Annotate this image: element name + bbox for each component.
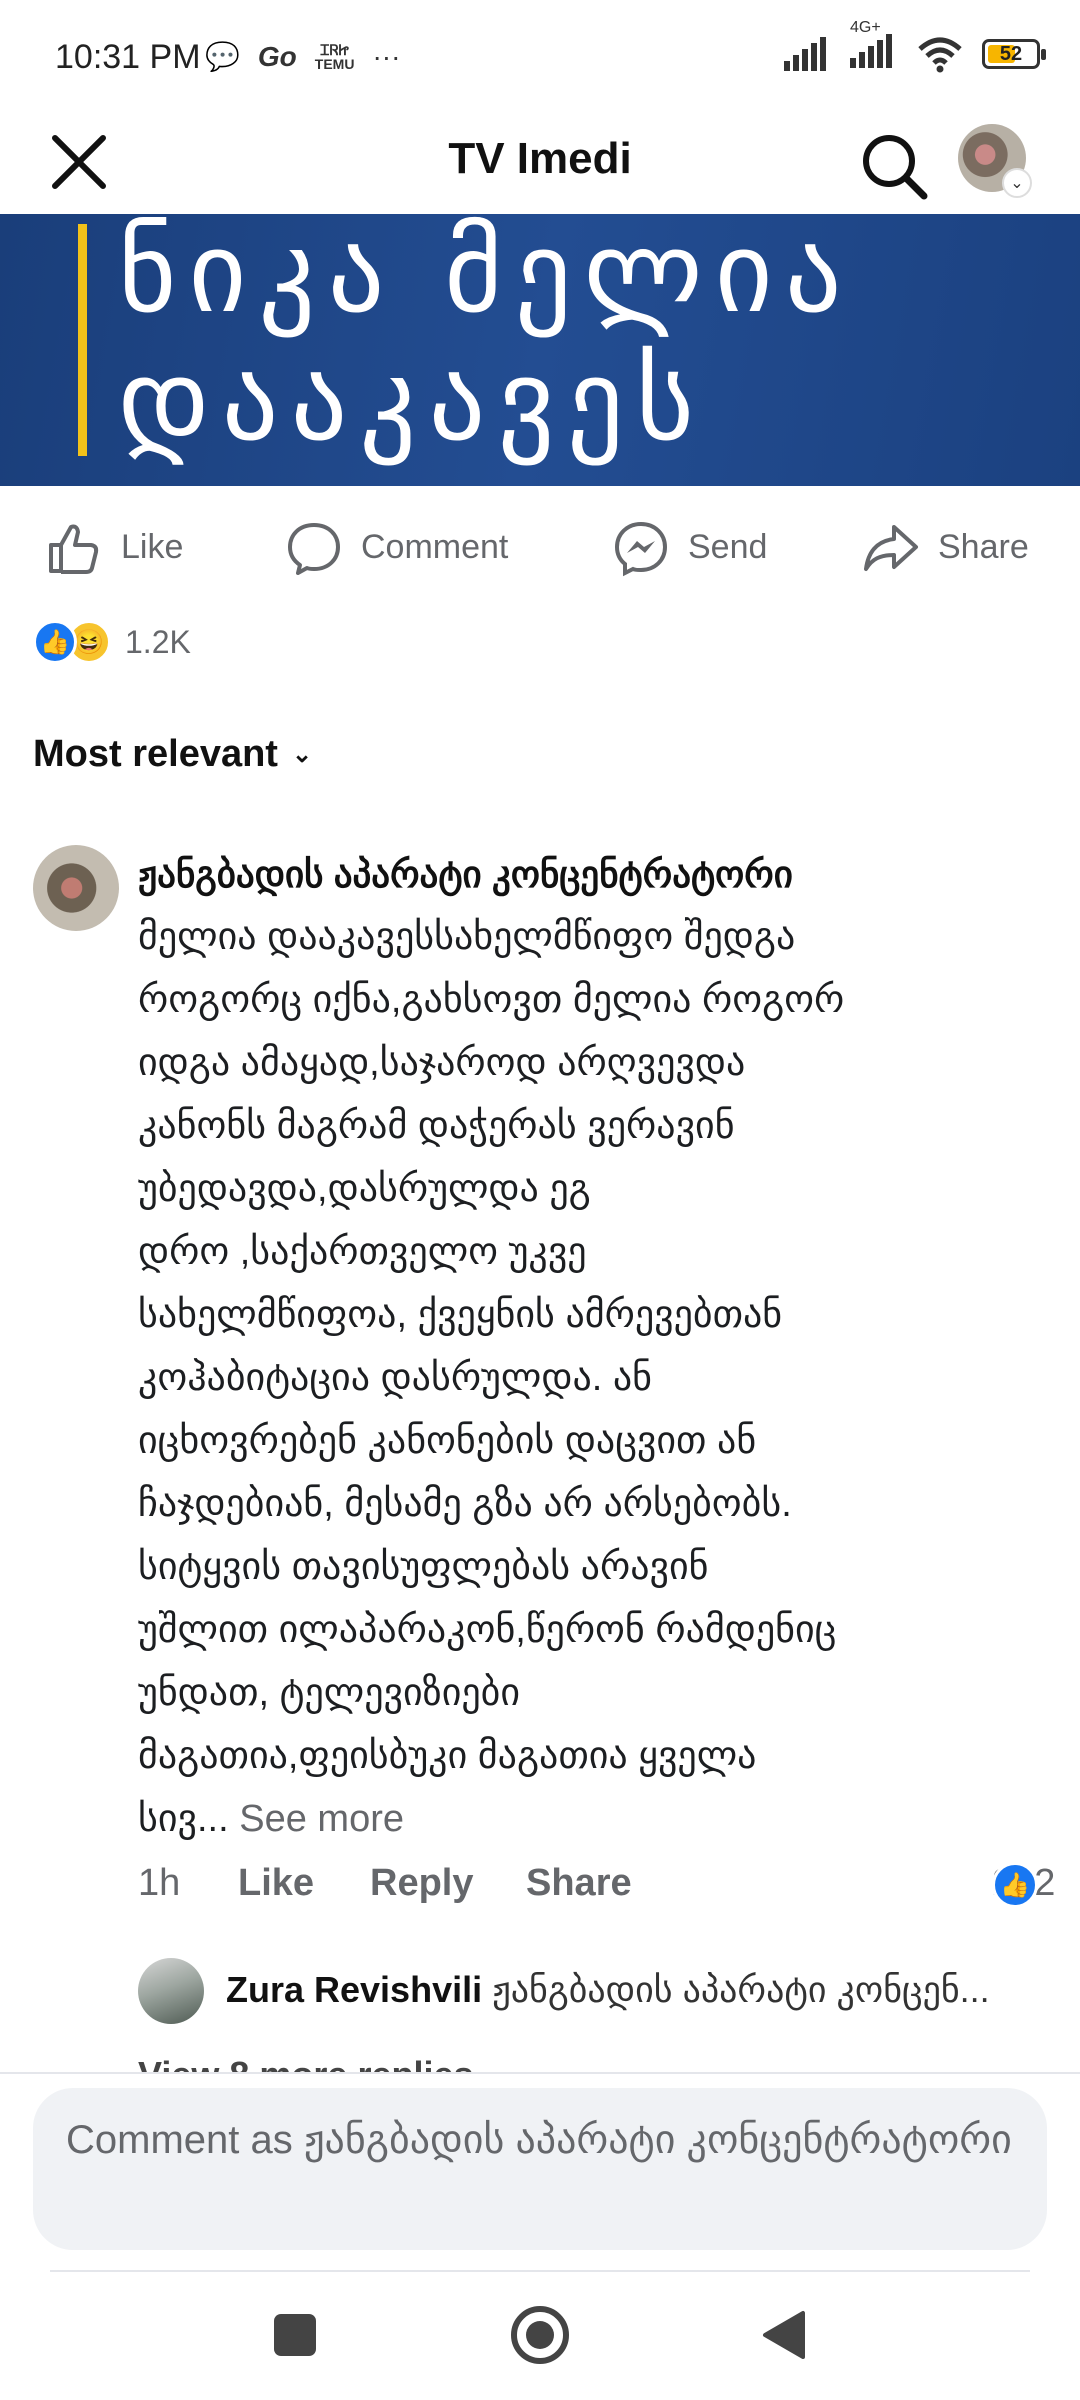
page-header: TV Imedi ⌄	[0, 120, 1080, 215]
reaction-count: 1.2K	[125, 623, 191, 660]
temu-icon: ᏆᏒᏥ TEMU	[314, 41, 355, 72]
back-triangle-icon	[763, 2311, 805, 2359]
comment-line: როგორც იქნა,გახსოვთ მელია როგორ	[138, 979, 845, 1021]
comment-sort-dropdown[interactable]: Most relevant ⌄	[33, 733, 312, 776]
chat-bubble-icon: 💬	[205, 41, 240, 72]
reply-author-avatar	[138, 1958, 204, 2024]
system-nav-bar	[0, 2260, 1080, 2400]
network-type: 4G+	[850, 19, 881, 36]
comment-line: სიტყვის თავისუფლებას არავინ	[138, 1546, 709, 1588]
sort-label: Most relevant	[33, 733, 278, 775]
comment-bubble-icon	[288, 522, 340, 575]
comment-text: მელია დააკავესსახელმწიფო შედგა როგორც იქ…	[138, 906, 1038, 1851]
share-arrow-icon	[864, 524, 918, 571]
home-circle-icon	[511, 2306, 569, 2364]
comment-author-name[interactable]: ჟანგბადის აპარატი კონცენტრატორი	[138, 853, 793, 896]
post-actions: Like Comment Send Share	[0, 510, 1080, 585]
comment-button[interactable]: Comment	[285, 510, 508, 585]
like-reaction-icon: 👍	[33, 620, 77, 664]
messenger-icon	[614, 521, 668, 576]
comment-line: კოჰაბიტაცია დასრულდა. ან	[138, 1357, 653, 1399]
comment-truncated-text: სივ...	[138, 1798, 229, 1840]
signal-icon	[784, 36, 826, 71]
chevron-down-icon: ⌄	[1002, 168, 1032, 198]
status-bar: 10:31 PM 💬 Go ᏆᏒᏥ TEMU ··· 4G+ 52	[0, 0, 1080, 120]
notification-icons: 💬 Go ᏆᏒᏥ TEMU ···	[205, 40, 400, 73]
like-label: Like	[121, 528, 184, 566]
battery-icon: 52	[982, 38, 1046, 69]
comment-line: კანონს მაგრამ დაჭერას ვერავინ	[138, 1105, 735, 1147]
see-more-link[interactable]: See more	[229, 1798, 404, 1840]
more-notifications-icon: ···	[372, 40, 401, 72]
comment-line: იდგა ამაყად,საჯაროდ არღვევდა	[138, 1042, 746, 1084]
comment-line: უნდათ, ტელევიზიები	[138, 1672, 521, 1714]
comment-reaction-summary[interactable]: 252 👍	[992, 1862, 1055, 1908]
back-button[interactable]	[748, 2300, 818, 2370]
banner-accent-bar	[78, 224, 87, 456]
comment-input[interactable]: Comment as ჟანგბადის აპარატი კონცენტრატო…	[33, 2088, 1047, 2250]
wifi-icon	[918, 37, 962, 72]
comment-line: უშლით ილაპარაკონ,წერონ რამდენიც	[138, 1609, 837, 1651]
reply-preview[interactable]: Zura Revishvili ჟანგბადის აპარატი კონცენ…	[138, 1955, 1038, 2025]
comment-like-button[interactable]: Like	[238, 1862, 314, 1905]
send-label: Send	[688, 528, 768, 566]
home-button[interactable]	[505, 2300, 575, 2370]
thumbs-up-icon	[49, 524, 99, 574]
comment-line: მელია დააკავესსახელმწიფო შედგა	[138, 916, 796, 958]
comment-line: იცხოვრებენ კანონების დაცვით ან	[138, 1420, 757, 1462]
status-time: 10:31 PM	[55, 38, 201, 76]
comment-time: 1h	[138, 1862, 181, 1904]
reply-author-name: Zura Revishvili	[226, 1969, 483, 2010]
comment-author-avatar[interactable]	[33, 845, 119, 931]
view-more-replies-link[interactable]: View 8 more replies	[138, 2054, 474, 2072]
profile-avatar[interactable]: ⌄	[958, 124, 1032, 198]
banner-headline-line1: ნიკა მელია	[118, 214, 854, 338]
comment-label: Comment	[361, 528, 509, 566]
share-button[interactable]: Share	[862, 510, 1029, 585]
comment-share-button[interactable]: Share	[526, 1862, 632, 1905]
system-icons: 4G+ 52	[784, 20, 1046, 73]
recent-apps-button[interactable]	[260, 2300, 330, 2370]
comment-line: მაგათია,ფეისბუკი მაგათია ყველა	[138, 1735, 757, 1777]
post-image[interactable]: ნიკა მელია დააკავეს	[0, 214, 1080, 486]
comment-meta: 1h Like Reply Share 252 👍	[138, 1862, 1055, 1922]
like-reaction-icon: 👍	[992, 1862, 1038, 1908]
like-button[interactable]: Like	[45, 510, 183, 585]
comment-reply-button[interactable]: Reply	[370, 1862, 473, 1905]
go-app-icon: Go	[257, 40, 297, 72]
square-icon	[274, 2314, 316, 2356]
signal-icon-2	[850, 34, 892, 68]
battery-level: 52	[999, 42, 1023, 65]
comment-line: დრო ,საქართველო უკვე	[138, 1231, 587, 1273]
search-icon[interactable]	[858, 130, 930, 202]
reaction-summary[interactable]: 👍 😆 1.2K	[33, 620, 191, 664]
reply-snippet: ჟანგბადის აპარატი კონცენ...	[492, 1969, 990, 2010]
reply-preview-text: Zura Revishvili ჟანგბადის აპარატი კონცენ…	[226, 1969, 990, 2011]
send-button[interactable]: Send	[612, 510, 767, 585]
comment-line-last: სივ... See more	[138, 1788, 1038, 1851]
comment-line: ჩაჯდებიან, მესამე გზა არ არსებობს.	[138, 1483, 792, 1525]
comment-line: უბედავდა,დასრულდა ეგ	[138, 1168, 591, 1210]
chevron-down-icon: ⌄	[291, 741, 313, 768]
comment-line: სახელმწიფოა, ქვეყნის ამრევებთან	[138, 1294, 783, 1336]
banner-headline-line2: დააკავეს	[118, 336, 707, 466]
share-label: Share	[938, 528, 1029, 566]
